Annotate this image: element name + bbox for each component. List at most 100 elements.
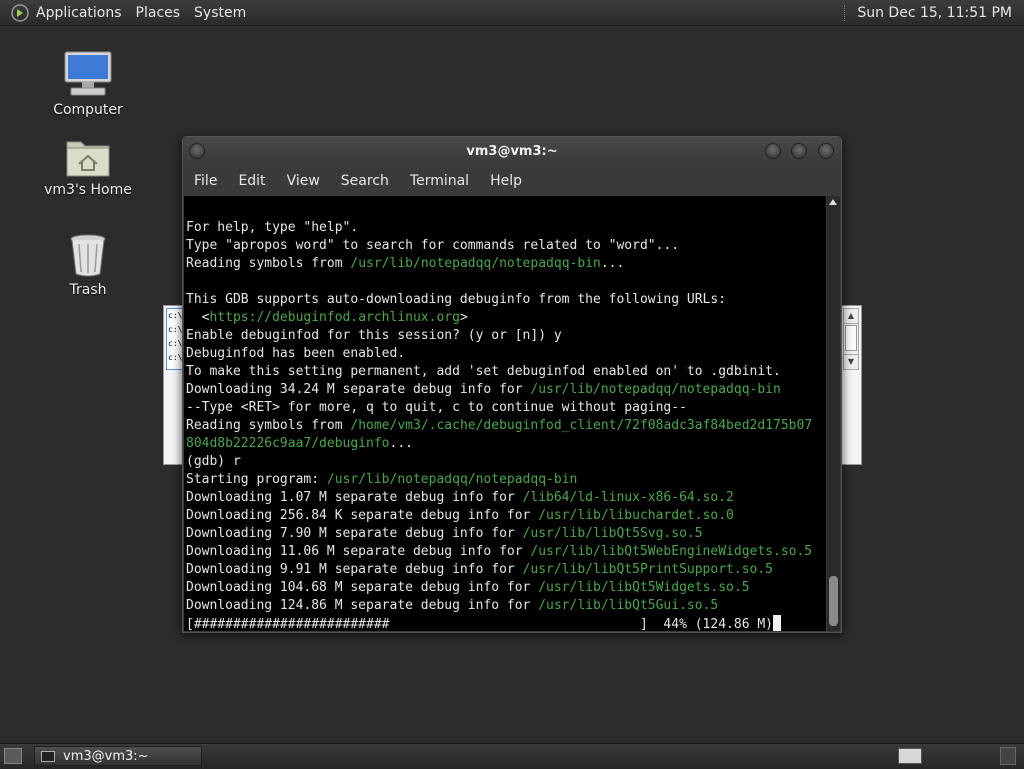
terminal-window[interactable]: vm3@vm3:~ File Edit View Search Terminal…	[182, 136, 842, 633]
system-menu[interactable]: System	[194, 5, 246, 21]
terminal-line: Starting program: /usr/lib/notepadqq/not…	[186, 471, 826, 489]
terminal-text: This GDB supports auto-downloading debug…	[186, 292, 727, 307]
terminal-line: --Type <RET> for more, q to quit, c to c…	[186, 399, 826, 417]
terminal-text: Downloading 104.68 M separate debug info…	[186, 580, 539, 595]
distro-logo-icon[interactable]	[10, 3, 30, 23]
terminal-menubar: File Edit View Search Terminal Help	[183, 167, 841, 195]
terminal-text: Starting program:	[186, 472, 327, 487]
terminal-text: Enable debuginfod for this session? (y o…	[186, 328, 562, 343]
desktop-icon-computer[interactable]: Computer	[38, 46, 138, 118]
terminal-path: /usr/lib/libQt5Svg.so.5	[522, 526, 703, 541]
terminal-path: /usr/lib/libQt5Widgets.so.5	[538, 580, 750, 595]
terminal-icon	[41, 750, 55, 762]
terminal-text: Downloading 9.91 M separate debug info f…	[186, 562, 523, 577]
top-panel: Applications Places System Sun Dec 15, 1…	[0, 0, 1024, 26]
terminal-text: (gdb) r	[186, 454, 241, 469]
terminal-text: Downloading 11.06 M separate debug info …	[186, 544, 531, 559]
terminal-path: /usr/lib/libQt5Gui.so.5	[538, 598, 719, 613]
home-folder-icon	[38, 126, 138, 178]
clock[interactable]: Sun Dec 15, 11:51 PM	[857, 5, 1012, 21]
terminal-line: Downloading 9.91 M separate debug info f…	[186, 561, 826, 579]
terminal-text-suffix: ...	[600, 256, 625, 271]
maximize-button[interactable]	[791, 143, 807, 159]
terminal-line: Reading symbols from /usr/lib/notepadqq/…	[186, 255, 826, 273]
terminal-line: To make this setting permanent, add 'set…	[186, 363, 826, 381]
computer-icon	[38, 46, 138, 98]
close-button[interactable]	[818, 143, 834, 159]
terminal-lines: For help, type "help". Type "apropos word…	[184, 196, 826, 631]
menu-help[interactable]: Help	[490, 173, 522, 189]
taskbar-button-terminal[interactable]: vm3@vm3:~	[34, 746, 202, 766]
menu-file[interactable]: File	[194, 173, 217, 189]
terminal-line: Downloading 11.06 M separate debug info …	[186, 543, 826, 561]
terminal-line: Downloading 34.24 M separate debug info …	[186, 381, 826, 399]
menu-search[interactable]: Search	[341, 173, 389, 189]
terminal-path: 804d8b22226c9aa7/debuginfo	[186, 436, 390, 451]
terminal-path: /usr/lib/notepadqq/notepadqq-bin	[326, 472, 578, 487]
window-title: vm3@vm3:~	[466, 144, 558, 159]
bottom-panel: vm3@vm3:~	[0, 743, 1024, 769]
terminal-text: Downloading 34.24 M separate debug info …	[186, 382, 531, 397]
terminal-line: Enable debuginfod for this session? (y o…	[186, 327, 826, 345]
terminal-path: /usr/lib/notepadqq/notepadqq-bin	[530, 382, 781, 397]
terminal-path: /usr/lib/libQt5PrintSupport.so.5	[522, 562, 773, 577]
terminal-text: Debuginfod has been enabled.	[186, 346, 406, 361]
terminal-path: /lib64/ld-linux-x86-64.so.2	[522, 490, 734, 505]
terminal-line: Downloading 124.86 M separate debug info…	[186, 597, 826, 615]
terminal-line: Downloading 256.84 K separate debug info…	[186, 507, 826, 525]
terminal-cursor	[773, 615, 781, 631]
trash-icon	[38, 226, 138, 278]
terminal-scrollbar[interactable]	[827, 196, 840, 631]
scroll-up-icon[interactable]: ▲	[844, 309, 858, 324]
terminal-text: To make this setting permanent, add 'set…	[186, 364, 781, 379]
terminal-line: Debuginfod has been enabled.	[186, 345, 826, 363]
menu-view[interactable]: View	[287, 173, 320, 189]
terminal-line: Downloading 7.90 M separate debug info f…	[186, 525, 826, 543]
scroll-down-icon[interactable]: ▼	[844, 354, 858, 369]
minimize-button[interactable]	[765, 143, 781, 159]
menu-terminal[interactable]: Terminal	[410, 173, 469, 189]
terminal-text: For help, type "help".	[186, 220, 359, 235]
terminal-text: Reading symbols from	[186, 256, 351, 271]
scroll-thumb[interactable]	[829, 576, 838, 626]
taskbar-button-label: vm3@vm3:~	[63, 748, 149, 764]
menu-edit[interactable]: Edit	[238, 173, 265, 189]
terminal-text: Downloading 124.86 M separate debug info…	[186, 598, 539, 613]
terminal-text: Downloading 256.84 K separate debug info…	[186, 508, 539, 523]
terminal-text-suffix: ...	[389, 436, 413, 451]
terminal-path: /home/vm3/.cache/debuginfod_client/72f08…	[350, 418, 813, 433]
show-desktop-icon[interactable]	[4, 748, 22, 764]
terminal-line: Reading symbols from /home/vm3/.cache/de…	[186, 417, 826, 435]
terminal-line: (gdb) r	[186, 453, 826, 471]
trash-applet-icon[interactable]	[1000, 747, 1016, 765]
terminal-titlebar[interactable]: vm3@vm3:~	[183, 137, 841, 167]
scroll-thumb[interactable]	[845, 325, 857, 351]
terminal-path: /usr/lib/notepadqq/notepadqq-bin	[350, 256, 601, 271]
background-window-scrollbar[interactable]: ▲ ▼	[843, 308, 859, 370]
terminal-line: Downloading 1.07 M separate debug info f…	[186, 489, 826, 507]
desktop-icon-home[interactable]: vm3's Home	[38, 126, 138, 198]
terminal-text: Type "apropos word" to search for comman…	[186, 238, 680, 253]
terminal-path: /usr/lib/libuchardet.so.0	[538, 508, 734, 523]
terminal-text: Downloading 7.90 M separate debug info f…	[186, 526, 523, 541]
scroll-up-icon[interactable]	[829, 199, 837, 205]
terminal-text: <	[186, 310, 210, 325]
desktop-icon-trash[interactable]: Trash	[38, 226, 138, 298]
workspace-switcher[interactable]	[898, 748, 922, 764]
terminal-path: https://debuginfod.archlinux.org	[209, 310, 460, 325]
places-menu[interactable]: Places	[136, 5, 181, 21]
desktop-icon-label: Trash	[69, 282, 107, 298]
terminal-text: [######################### ] 44% (124.86…	[186, 617, 773, 631]
terminal-line: For help, type "help".	[186, 219, 826, 237]
terminal-line: This GDB supports auto-downloading debug…	[186, 291, 826, 309]
applications-menu[interactable]: Applications	[36, 5, 122, 21]
terminal-output[interactable]: For help, type "help". Type "apropos word…	[184, 196, 826, 631]
terminal-line: <https://debuginfod.archlinux.org>	[186, 309, 826, 327]
terminal-text: Reading symbols from	[186, 418, 351, 433]
desktop-icon-label: vm3's Home	[44, 182, 132, 198]
terminal-text: Downloading 1.07 M separate debug info f…	[186, 490, 523, 505]
terminal-text-suffix: >	[459, 310, 468, 325]
terminal-line: Downloading 104.68 M separate debug info…	[186, 579, 826, 597]
desktop-icon-label: Computer	[53, 102, 123, 118]
